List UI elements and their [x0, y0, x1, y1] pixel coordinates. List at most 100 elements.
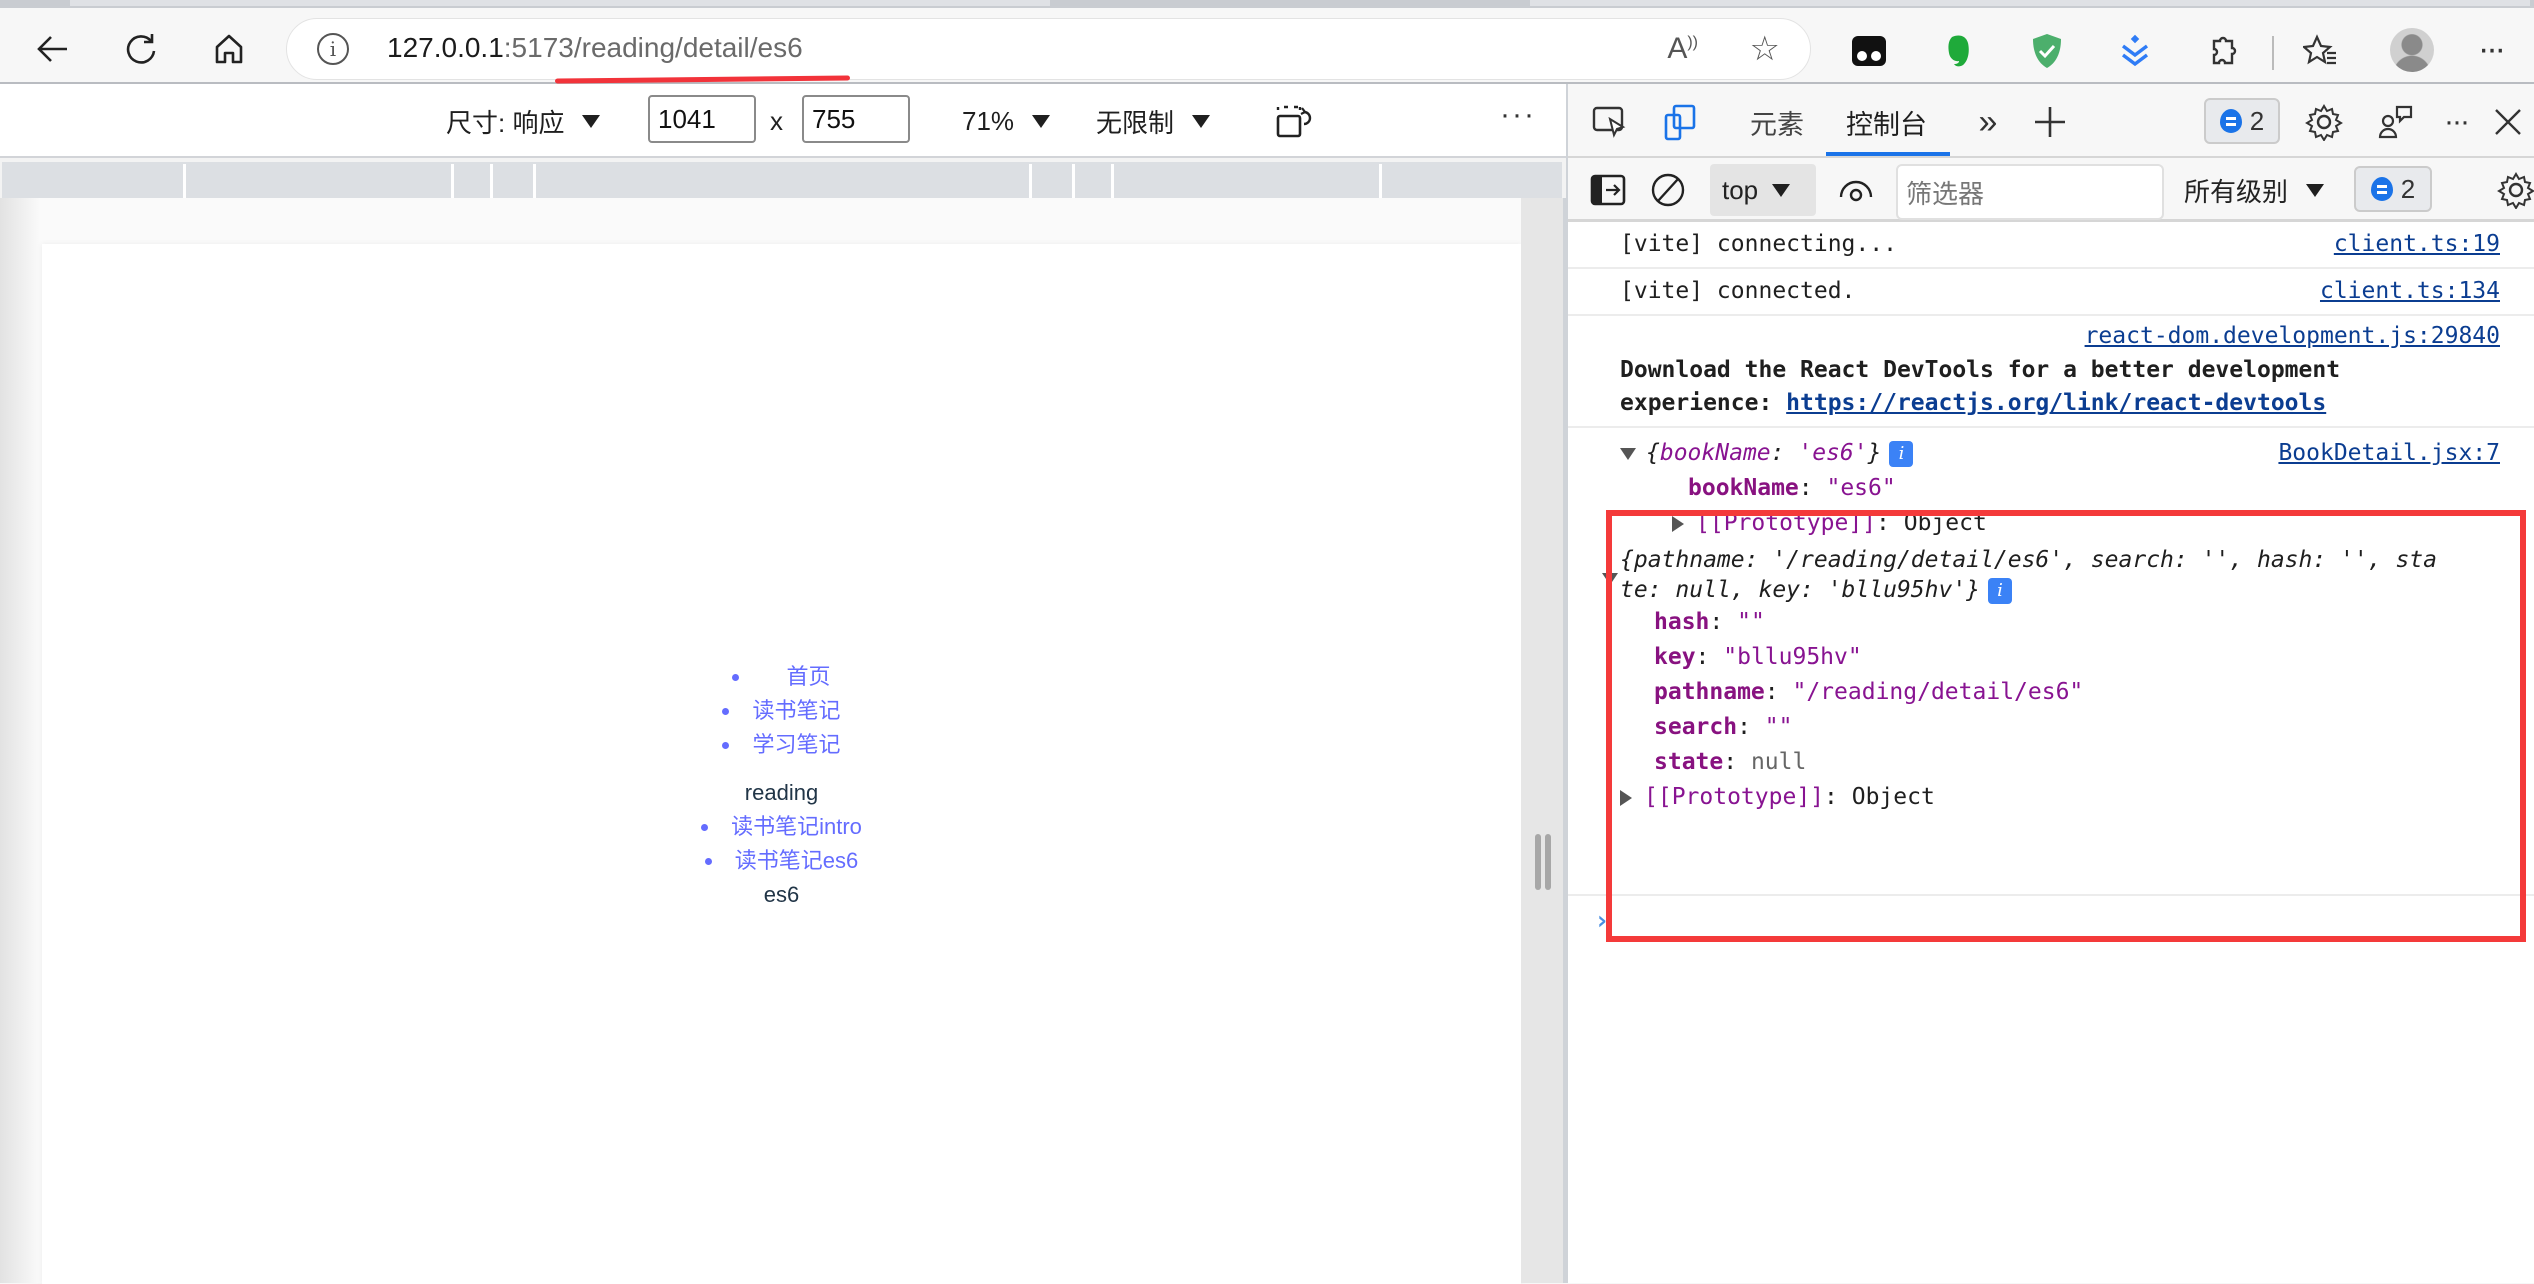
sub-nav-item-es6[interactable]: 读书笔记es6	[42, 844, 1521, 878]
home-button[interactable]	[202, 22, 256, 76]
chevron-down-icon	[1192, 114, 1211, 128]
address-bar[interactable]: i 127.0.0.1:5173/reading/detail/es6 A)) …	[286, 18, 1811, 80]
browser-menu-button[interactable]: ···	[2478, 30, 2506, 69]
site-info-icon[interactable]: i	[317, 33, 349, 65]
media-query-bar[interactable]	[2, 162, 1562, 198]
device-toolbar-more-button[interactable]: ···	[1500, 98, 1536, 132]
expand-triangle-icon[interactable]	[1672, 515, 1684, 532]
settings-gear-icon[interactable]	[2302, 100, 2346, 144]
back-button[interactable]	[26, 22, 80, 76]
sub-nav-link-es6[interactable]: 读书笔记es6	[735, 848, 858, 873]
clear-console-icon[interactable]	[1648, 168, 1688, 212]
issues-badge[interactable]: 2	[2204, 98, 2280, 144]
chevron-down-icon	[1032, 114, 1051, 128]
live-expression-eye-icon[interactable]	[1834, 168, 1878, 212]
more-tabs-icon[interactable]: »	[1968, 100, 2008, 144]
devtools-tabbar: 元素 控制台 » 2 ···	[1568, 84, 2534, 158]
device-size-dropdown[interactable]: 尺寸: 响应	[446, 98, 601, 144]
nav-link-study[interactable]: 学习笔记	[752, 732, 840, 757]
info-icon[interactable]: i	[1889, 440, 1914, 467]
console-prompt-icon[interactable]: ›	[1594, 906, 1610, 936]
download-extension-icon[interactable]	[2112, 28, 2158, 74]
chevron-down-icon	[1772, 183, 1791, 197]
media-query-divider	[1029, 164, 1032, 198]
nav-link-reading[interactable]: 读书笔记	[752, 698, 840, 723]
expand-triangle-icon[interactable]	[1620, 789, 1632, 806]
console-message: [vite] connected. client.ts:134	[1568, 269, 2534, 316]
nav-item-study[interactable]: 学习笔记	[42, 728, 1521, 762]
profile-avatar[interactable]	[2390, 28, 2434, 72]
nav-link-home[interactable]: 首页	[762, 664, 830, 689]
add-tab-icon[interactable]	[2030, 100, 2070, 144]
message-text: Download the React DevTools for a better…	[1620, 357, 2341, 383]
url-host: 127.0.0.1	[387, 32, 504, 63]
object-property: bookName: "es6"	[1688, 475, 1896, 501]
device-toggle-icon[interactable]	[1658, 100, 1702, 144]
console-object-log: {pathname: '/reading/detail/es6', search…	[1568, 543, 2534, 817]
nav-item-home[interactable]: 首页	[42, 660, 1521, 694]
source-link[interactable]: client.ts:134	[2320, 275, 2500, 308]
source-link[interactable]: react-dom.development.js:29840	[2085, 320, 2500, 353]
url-path: :5173/reading/detail/es6	[503, 32, 803, 63]
source-link[interactable]: client.ts:19	[2334, 228, 2500, 261]
object-prototype[interactable]: [[Prototype]]: Object	[1620, 506, 2516, 541]
object-summary[interactable]: {bookName: 'es6'} i BookDetail.jsx:7	[1620, 436, 2516, 471]
extensions-puzzle-icon[interactable]	[2200, 28, 2246, 74]
devtools-more-icon[interactable]: ···	[2436, 100, 2476, 144]
zoom-dropdown[interactable]: 71%	[962, 98, 1051, 144]
emulated-page: 首页 读书笔记 学习笔记 reading 读书笔记intro 读书笔记es6 e…	[42, 244, 1521, 1284]
width-input[interactable]: 1041	[648, 95, 756, 143]
evernote-extension-icon[interactable]	[1936, 28, 1982, 74]
console-output: [vite] connecting... client.ts:19 [vite]…	[1568, 222, 2534, 1283]
url-text[interactable]: 127.0.0.1:5173/reading/detail/es6	[387, 32, 803, 64]
console-settings-gear-icon[interactable]	[2496, 168, 2534, 212]
throttle-dropdown[interactable]: 无限制	[1096, 98, 1211, 144]
log-levels-dropdown[interactable]: 所有级别	[2184, 164, 2325, 216]
nav-item-reading[interactable]: 读书笔记	[42, 694, 1521, 728]
grip-bar	[1535, 834, 1541, 890]
expand-triangle-icon[interactable]	[1602, 573, 1618, 585]
object-summary[interactable]: {pathname: '/reading/detail/es6', search…	[1602, 545, 2516, 605]
object-property: key: "bllu95hv"	[1654, 644, 1862, 670]
chevron-down-icon	[582, 114, 601, 128]
media-query-divider	[183, 164, 186, 198]
viewport-resize-handle[interactable]	[1521, 198, 1566, 1283]
refresh-icon	[126, 34, 156, 64]
rotate-icon[interactable]	[1274, 102, 1314, 140]
sub-nav-item-intro[interactable]: 读书笔记intro	[42, 810, 1521, 844]
object-prototype[interactable]: [[Prototype]]: Object	[1620, 780, 2516, 815]
object-property: hash: ""	[1654, 609, 1765, 635]
height-input[interactable]: 755	[802, 95, 910, 143]
adguard-extension-icon[interactable]	[2024, 28, 2070, 74]
sidebar-toggle-icon[interactable]	[1588, 168, 1628, 212]
tab-console[interactable]: 控制台	[1846, 100, 1927, 144]
source-link[interactable]: BookDetail.jsx:7	[2278, 436, 2500, 471]
browser-toolbar: i 127.0.0.1:5173/reading/detail/es6 A)) …	[0, 8, 2534, 84]
console-message: [vite] connecting... client.ts:19	[1568, 222, 2534, 269]
object-preview: {pathname: '/reading/detail/es6', search…	[1620, 547, 2437, 573]
react-devtools-link[interactable]: https://reactjs.org/link/react-devtools	[1786, 390, 2326, 416]
feedback-icon[interactable]	[2374, 100, 2418, 144]
sub-nav-link-intro[interactable]: 读书笔记intro	[731, 814, 862, 839]
message-bubble-icon	[2219, 109, 2242, 133]
home-icon	[215, 34, 243, 64]
expand-triangle-icon[interactable]	[1620, 447, 1636, 460]
object-preview: {bookName: 'es6'}	[1646, 440, 1882, 466]
refresh-button[interactable]	[114, 22, 168, 76]
info-icon[interactable]: i	[1988, 577, 2013, 604]
add-favorite-icon[interactable]: ☆	[1750, 29, 1780, 69]
tampermonkey-extension-icon[interactable]	[1846, 28, 1892, 74]
favorites-icon[interactable]	[2298, 28, 2344, 74]
context-select[interactable]: top	[1710, 164, 1816, 216]
read-aloud-icon[interactable]: A))	[1667, 32, 1698, 66]
console-filter-input[interactable]: 筛选器	[1896, 164, 2164, 220]
reading-sub-nav: 读书笔记intro 读书笔记es6	[42, 810, 1521, 878]
close-devtools-icon[interactable]	[2488, 100, 2528, 144]
inspect-element-icon[interactable]	[1588, 100, 1632, 144]
device-toolbar: 尺寸: 响应 1041 x 755 71% 无限制 ···	[0, 84, 1566, 158]
prompt-divider	[1568, 894, 2534, 896]
tab-elements[interactable]: 元素	[1750, 100, 1804, 144]
console-issues-badge[interactable]: 2	[2354, 166, 2432, 212]
message-text: [vite] connecting...	[1620, 231, 1897, 257]
tab-hint	[1530, 0, 2530, 6]
